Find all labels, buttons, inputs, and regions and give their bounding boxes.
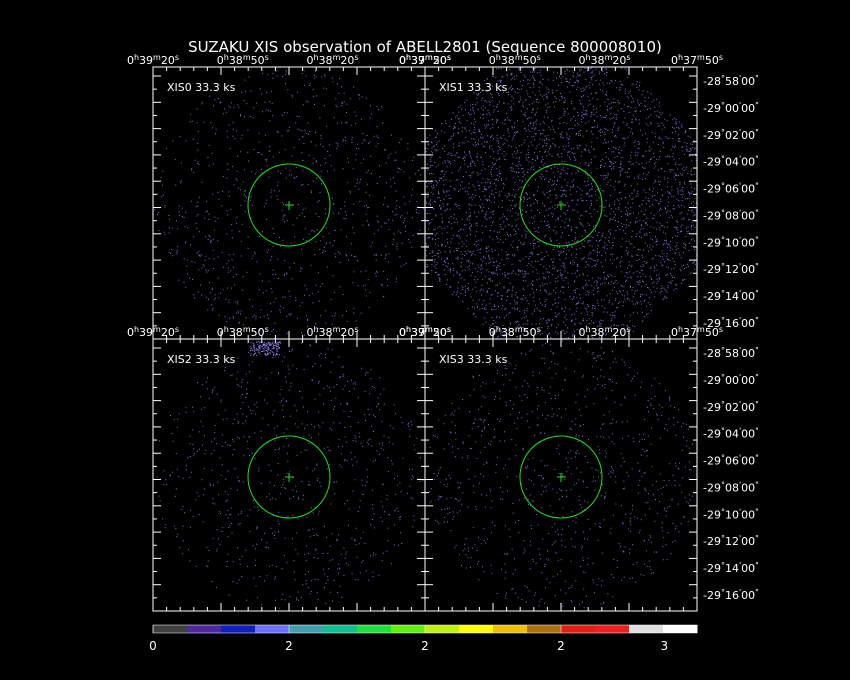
calibration-source-blob (250, 341, 281, 356)
colorbar-segment (493, 625, 528, 633)
colorbar-segment (629, 625, 664, 633)
panel-label: XIS2 33.3 ks (167, 353, 236, 366)
dec-tick-label: -29°06'00" (703, 453, 759, 468)
colorbar-segment (187, 625, 222, 633)
dec-tick-label: -29°10'00" (703, 235, 759, 250)
panel-xis1: XIS1 33.3 ks 0h39m20s 0h38m50s 0h38m20s 0h37… (399, 53, 759, 340)
dec-tick-label: -29°06'00" (703, 181, 759, 196)
dec-tick-label: -29°08'00" (703, 208, 759, 223)
ra-tick-label: 0h37m50s (671, 53, 723, 68)
dec-tick-label: -29°02'00" (703, 399, 759, 414)
colorbar-tick-label: 3 (661, 639, 669, 653)
colorbar-segment (289, 625, 324, 633)
panel-label: XIS1 33.3 ks (439, 81, 508, 94)
xis-image-figure: SUZAKU XIS observation of ABELL2801 (Seq… (0, 0, 850, 680)
dec-tick-label: -29°04'00" (703, 426, 759, 441)
figure-canvas: SUZAKU XIS observation of ABELL2801 (Seq… (127, 38, 759, 653)
event-dots (155, 342, 425, 609)
colorbar-tick-label: 0 (149, 639, 157, 653)
event-scatter (155, 341, 425, 609)
colorbar-tick-label: 2 (421, 639, 429, 653)
dec-tick-label: -29°14'00" (703, 561, 759, 576)
source-region (247, 163, 331, 247)
dec-tick-label: -29°12'00" (703, 262, 759, 277)
ra-tick-label: 0h37m50s (671, 325, 723, 340)
source-region (247, 435, 331, 519)
ra-tick-label: 0h39m20s (127, 325, 179, 340)
colorbar-segment (221, 625, 256, 633)
panels-group: XIS0 33.3 ks 0h39m20s 0h38m50s 0h38m20s 0h37… (127, 53, 759, 612)
colorbar-segment (595, 625, 630, 633)
colorbar-segment (561, 625, 596, 633)
colorbar-segment (153, 625, 188, 633)
panel-label: XIS0 33.3 ks (167, 81, 236, 94)
ra-tick-label: 0h38m50s (489, 325, 541, 340)
ra-tick-label: 0h39m20s (127, 53, 179, 68)
colorbar-segment (425, 625, 460, 633)
dec-tick-label: -29°14'00" (703, 289, 759, 304)
ra-tick-label: 0h39m20s (399, 325, 451, 340)
colorbar-segment (527, 625, 562, 633)
colorbar-segment (663, 625, 698, 633)
ra-tick-label: 0h38m20s (306, 325, 358, 340)
colorbar-segment (459, 625, 494, 633)
colorbar-tick-label: 2 (285, 639, 293, 653)
dec-tick-label: -29°16'00" (703, 587, 759, 602)
dec-tick-label: -29°08'00" (703, 480, 759, 495)
colorbar-segment (255, 625, 290, 633)
dec-tick-label: -28°58'00" (703, 346, 759, 361)
panel-xis2: XIS2 33.3 ks0h39m20s 0h38m50s 0h38m20s 0h37… (127, 325, 451, 612)
dec-tick-label: -28°58'00" (703, 74, 759, 89)
ra-tick-label: 0h38m50s (217, 53, 269, 68)
panel-xis3: XIS3 33.3 ks 0h39m20s 0h38m50s 0h38m20s 0h37… (399, 325, 759, 612)
dec-tick-label: -29°00'00" (703, 100, 759, 115)
ra-tick-label: 0h38m50s (217, 325, 269, 340)
ra-tick-label: 0h38m20s (306, 53, 358, 68)
dec-tick-label: -29°02'00" (703, 127, 759, 142)
colorbar-tick-label: 2 (557, 639, 565, 653)
colorbar-segment (323, 625, 358, 633)
ra-tick-label: 0h38m20s (578, 325, 630, 340)
panel-xis0: XIS0 33.3 ks0h39m20s 0h38m50s 0h38m20s 0h37… (127, 53, 451, 340)
source-region (519, 435, 603, 519)
dec-tick-label: -29°04'00" (703, 154, 759, 169)
dec-tick-label: -29°10'00" (703, 507, 759, 522)
dec-tick-label: -29°12'00" (703, 534, 759, 549)
colorbar: 0 2 2 2 3 (149, 624, 698, 653)
panel-label: XIS3 33.3 ks (439, 353, 508, 366)
source-region (519, 163, 603, 247)
ra-tick-label: 0h38m50s (489, 53, 541, 68)
ra-tick-label: 0h38m20s (578, 53, 630, 68)
colorbar-segment (357, 625, 392, 633)
ra-tick-label: 0h39m20s (399, 53, 451, 68)
colorbar-segment (391, 625, 426, 633)
dec-tick-label: -29°00'00" (703, 372, 759, 387)
